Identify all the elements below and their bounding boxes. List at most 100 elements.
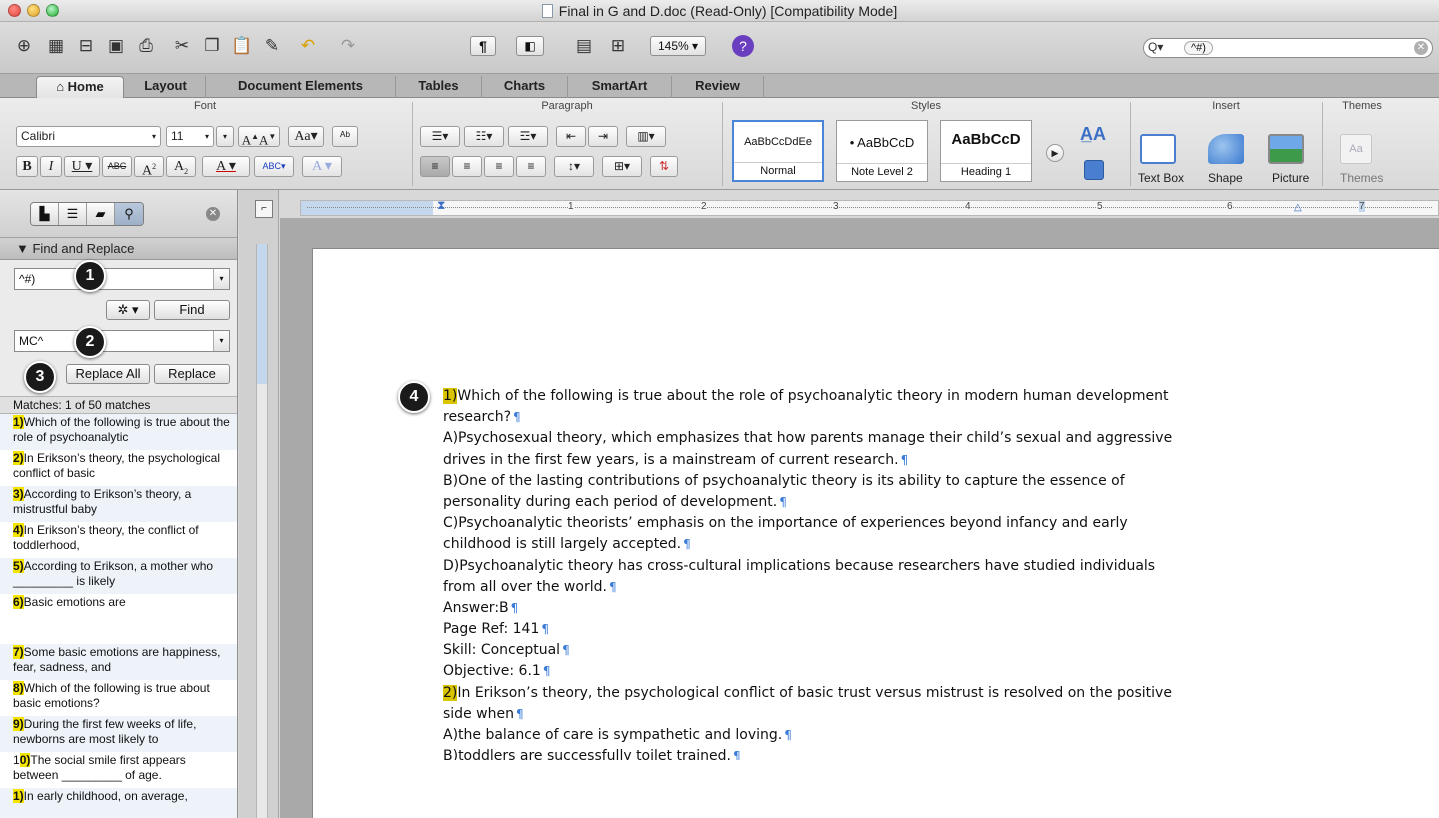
style-note-level-2[interactable]: • AaBbCcD Note Level 2: [836, 120, 928, 182]
styles-next-icon[interactable]: ▶: [1046, 144, 1064, 162]
subscript-button[interactable]: A2: [166, 156, 196, 177]
style-normal[interactable]: AaBbCcDdEe Normal: [732, 120, 824, 182]
match-item[interactable]: 7)Some basic emotions are happiness, fea…: [0, 644, 237, 680]
help-icon[interactable]: ?: [732, 35, 754, 57]
copy-icon[interactable]: ❐: [200, 33, 224, 59]
line-spacing-button[interactable]: ↕▾: [554, 156, 594, 177]
find-history-dropdown-icon[interactable]: ▾: [213, 269, 229, 289]
paste-icon[interactable]: 📋: [230, 33, 254, 59]
match-item[interactable]: 9)During the first few weeks of life, ne…: [0, 716, 237, 752]
tab-stop-selector[interactable]: ⌐: [255, 200, 273, 218]
show-formatting-button[interactable]: ¶: [470, 36, 496, 56]
match-list[interactable]: 1)Which of the following is true about t…: [0, 414, 237, 818]
cut-icon[interactable]: ✂: [170, 33, 194, 59]
italic-button[interactable]: I: [40, 156, 62, 177]
change-case-button[interactable]: Aa▾: [288, 126, 324, 147]
shape-icon[interactable]: [1208, 134, 1244, 164]
highlight-button[interactable]: ABC▾: [254, 156, 294, 177]
horizontal-ruler[interactable]: 1 2 3 4 5 6 7 ⧗ △: [300, 198, 1439, 216]
sidebar-toggle-button[interactable]: ◧: [516, 36, 544, 56]
replace-field[interactable]: MC^ ▾: [14, 330, 230, 352]
manage-styles-icon[interactable]: A̲A: [1080, 124, 1110, 150]
reviewing-pane-icon[interactable]: ▰: [87, 203, 115, 225]
style-heading-1[interactable]: AaBbCcD Heading 1: [940, 120, 1032, 182]
font-size-dropdown-icon[interactable]: ▾: [216, 126, 234, 147]
zoom-select[interactable]: 145% ▾: [650, 36, 706, 56]
toolbar-search[interactable]: Q▾ ^#) ✕: [1143, 38, 1433, 58]
tab-document-elements[interactable]: Document Elements: [206, 76, 396, 98]
format-painter-icon[interactable]: ✎: [260, 33, 284, 59]
tab-tables[interactable]: Tables: [396, 76, 482, 98]
clear-formatting-icon[interactable]: ᴬᵇ: [332, 126, 358, 147]
outline-view-icon[interactable]: ☰: [59, 203, 87, 225]
increase-indent-icon[interactable]: ⇥: [588, 126, 618, 147]
underline-button[interactable]: U ▾: [64, 156, 100, 177]
grow-shrink-font-button[interactable]: A▲A▼: [238, 126, 280, 147]
print-icon[interactable]: ⎙: [134, 33, 158, 59]
close-sidebar-icon[interactable]: ✕: [206, 207, 220, 221]
decrease-indent-icon[interactable]: ⇤: [556, 126, 586, 147]
redo-icon[interactable]: ↷: [336, 33, 360, 59]
save-icon[interactable]: ▣: [104, 33, 128, 59]
document-text[interactable]: 1)Which of the following is true about t…: [443, 386, 1323, 760]
first-line-indent-marker[interactable]: ⧗: [437, 198, 445, 213]
bullets-button[interactable]: ☰▾: [420, 126, 460, 147]
shape-label[interactable]: Shape: [1208, 171, 1243, 185]
picture-label[interactable]: Picture: [1272, 171, 1309, 185]
match-item[interactable]: 5)According to Erikson, a mother who ___…: [0, 558, 237, 594]
font-size-select[interactable]: 11 ▾: [166, 126, 214, 147]
tab-smartart[interactable]: SmartArt: [568, 76, 672, 98]
text-box-icon[interactable]: [1140, 134, 1176, 164]
text-effects-button[interactable]: A ▾: [302, 156, 342, 177]
gallery-icon[interactable]: ▦: [44, 33, 68, 59]
replace-all-button[interactable]: Replace All: [66, 364, 150, 384]
search-scope-icon[interactable]: Q▾: [1148, 40, 1163, 54]
align-right-button[interactable]: ≡: [484, 156, 514, 177]
find-field[interactable]: ^#) ▾: [14, 268, 230, 290]
search-pane-icon[interactable]: ⚲: [115, 203, 143, 225]
find-button[interactable]: Find: [154, 300, 230, 320]
bold-button[interactable]: B: [16, 156, 38, 177]
find-replace-header[interactable]: ▼ Find and Replace: [0, 238, 237, 260]
match-item[interactable]: 6)Basic emotions are: [0, 594, 237, 644]
match-item[interactable]: 1)In early childhood, on average,: [0, 788, 237, 818]
match-item[interactable]: 4)In Erikson’s theory, the conflict of t…: [0, 522, 237, 558]
justify-button[interactable]: ≡: [516, 156, 546, 177]
thumbnail-view-icon[interactable]: ▙: [31, 203, 59, 225]
align-left-button[interactable]: ≡: [420, 156, 450, 177]
styles-pane-icon[interactable]: [1084, 160, 1104, 180]
sort-icon[interactable]: ⇅: [650, 156, 678, 177]
replace-button[interactable]: Replace: [154, 364, 230, 384]
picture-icon[interactable]: [1268, 134, 1304, 164]
text-box-label[interactable]: Text Box: [1138, 171, 1184, 185]
tab-charts[interactable]: Charts: [482, 76, 568, 98]
themes-label[interactable]: Themes: [1340, 171, 1383, 185]
open-icon[interactable]: ⊟: [74, 33, 98, 59]
tab-home[interactable]: ⌂ Home: [36, 76, 124, 98]
search-clear-icon[interactable]: ✕: [1414, 41, 1428, 55]
align-center-button[interactable]: ≡: [452, 156, 482, 177]
match-item[interactable]: 10)The social smile first appears betwee…: [0, 752, 237, 788]
new-document-icon[interactable]: ⊕: [12, 33, 36, 59]
media-browser-icon[interactable]: ▤: [572, 33, 596, 59]
match-item[interactable]: 8)Which of the following is true about b…: [0, 680, 237, 716]
tab-review[interactable]: Review: [672, 76, 764, 98]
match-item[interactable]: 2)In Erikson’s theory, the psychological…: [0, 450, 237, 486]
tab-layout[interactable]: Layout: [126, 76, 206, 98]
right-indent-marker[interactable]: △: [1294, 202, 1302, 213]
columns-button[interactable]: ▥▾: [626, 126, 666, 147]
multilevel-list-button[interactable]: ☲▾: [508, 126, 548, 147]
replace-history-dropdown-icon[interactable]: ▾: [213, 331, 229, 351]
toolbox-icon[interactable]: ⊞: [606, 33, 630, 59]
vertical-ruler[interactable]: [256, 244, 268, 818]
themes-icon[interactable]: Aa: [1340, 134, 1372, 164]
find-options-button[interactable]: ✲ ▾: [106, 300, 150, 320]
match-item[interactable]: 3)According to Erikson’s theory, a mistr…: [0, 486, 237, 522]
numbering-button[interactable]: ☷▾: [464, 126, 504, 147]
strikethrough-button[interactable]: ABC: [102, 156, 132, 177]
undo-icon[interactable]: ↶: [296, 33, 320, 59]
borders-button[interactable]: ⊞▾: [602, 156, 642, 177]
font-color-button[interactable]: A ▾: [202, 156, 250, 177]
match-item[interactable]: 1)Which of the following is true about t…: [0, 414, 237, 450]
superscript-button[interactable]: A2: [134, 156, 164, 179]
